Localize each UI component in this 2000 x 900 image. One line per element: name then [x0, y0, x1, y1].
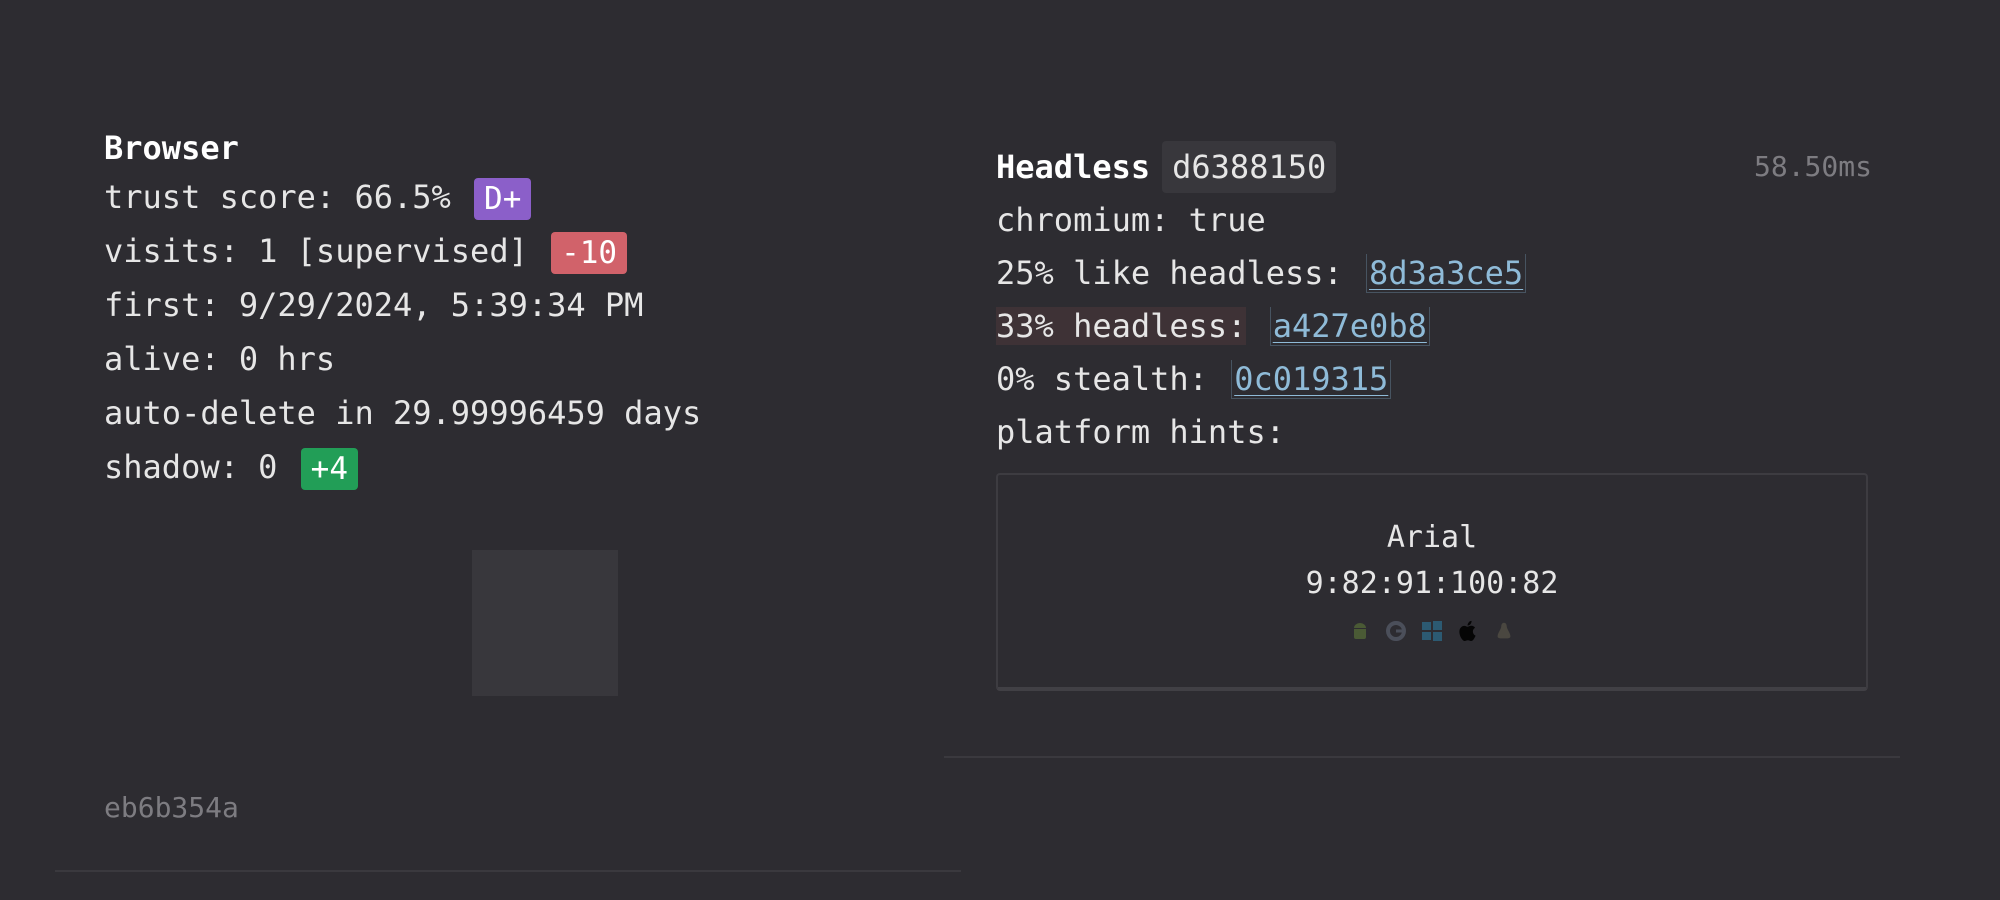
hint-font-name: Arial: [1386, 520, 1478, 555]
left-divider: [55, 870, 961, 872]
stealth-link[interactable]: 0c019315: [1231, 360, 1392, 399]
apple-icon: [1455, 618, 1481, 644]
fingerprint-image: [472, 550, 618, 696]
headless-header: Headless d6388150 58.50ms: [996, 140, 1872, 194]
platform-hints-label: platform hints:: [996, 413, 1285, 451]
trust-score-row: trust score: 66.5% D+: [104, 170, 924, 224]
right-divider: [944, 756, 1900, 758]
headless-panel: Headless d6388150 58.50ms chromium: true …: [996, 140, 1872, 691]
first-seen-text: first: 9/29/2024, 5:39:34 PM: [104, 286, 644, 324]
browser-title: Browser: [104, 129, 239, 167]
browser-panel: Browser trust score: 66.5% D+ visits: 1 …: [104, 126, 924, 494]
auto-delete-text: auto-delete in 29.99996459 days: [104, 394, 702, 432]
visits-row: visits: 1 [supervised] -10: [104, 224, 924, 278]
trust-grade-badge: D+: [474, 178, 532, 220]
chromium-text: chromium: true: [996, 201, 1266, 239]
visits-delta-badge: -10: [551, 232, 628, 274]
headless-row: 33% headless: a427e0b8: [996, 300, 1872, 353]
trust-score-text: trust score: 66.5%: [104, 178, 451, 216]
headless-link[interactable]: a427e0b8: [1269, 307, 1430, 346]
platform-icons: [998, 613, 1866, 649]
stealth-row: 0% stealth: 0c019315: [996, 353, 1872, 406]
hint-font-values: 9:82:91:100:82: [1305, 566, 1559, 601]
google-icon: [1383, 618, 1409, 644]
fingerprint-page: Browser trust score: 66.5% D+ visits: 1 …: [0, 0, 2000, 900]
alive-text: alive: 0 hrs: [104, 340, 336, 378]
like-headless-row: 25% like headless: 8d3a3ce5: [996, 247, 1872, 300]
headless-text: 33% headless:: [996, 307, 1247, 345]
headless-title: Headless: [996, 148, 1151, 186]
shadow-text: shadow: 0: [104, 448, 278, 486]
android-icon: [1347, 618, 1373, 644]
visits-text: visits: 1 [supervised]: [104, 232, 528, 270]
linux-icon: [1491, 618, 1517, 644]
like-headless-text: 25% like headless:: [996, 254, 1343, 292]
browser-hash: eb6b354a: [104, 791, 239, 824]
shadow-delta-badge: +4: [300, 448, 358, 490]
headless-hash-chip: d6388150: [1162, 141, 1337, 193]
like-headless-link[interactable]: 8d3a3ce5: [1366, 254, 1527, 293]
platform-hints-box: Arial 9:82:91:100:82: [996, 473, 1868, 691]
headless-timing: 58.50ms: [1753, 150, 1872, 183]
windows-icon: [1419, 618, 1445, 644]
shadow-row: shadow: 0 +4: [104, 440, 924, 494]
stealth-text: 0% stealth:: [996, 360, 1208, 398]
